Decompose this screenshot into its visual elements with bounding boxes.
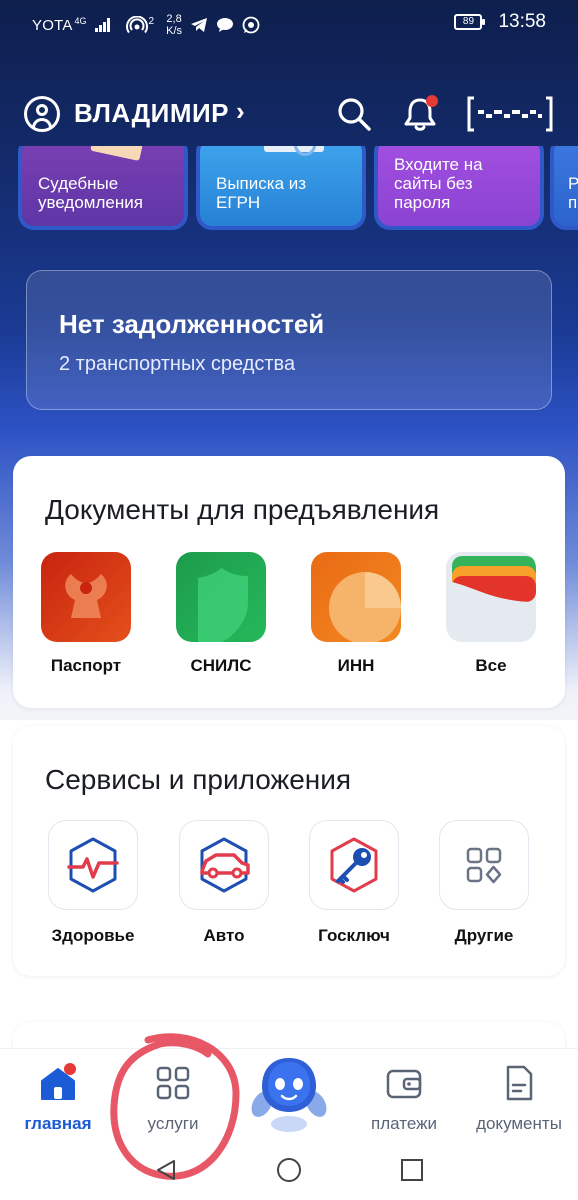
- service-label: Госключ: [318, 926, 390, 945]
- documents-title: Документы для предъявления: [45, 494, 440, 525]
- stories-carousel[interactable]: Судебные уведомления Выписка из ЕГРН Вхо…: [0, 146, 578, 234]
- telegram-icon: [191, 18, 208, 32]
- story-card[interactable]: Входите на сайты без пароля: [374, 146, 544, 230]
- story-illustration: [90, 146, 144, 161]
- doc-label: Все: [475, 656, 507, 675]
- inn-pie-icon: [311, 552, 401, 642]
- story-label: Входите на сайты без пароля: [394, 155, 483, 212]
- status-bar: YOTA 4G 2 2,8 K/s 89 13:58: [0, 0, 578, 46]
- services-panel: Сервисы и приложения Здоровье Авто Госкл…: [13, 726, 565, 976]
- nav-home[interactable]: главная: [8, 1063, 108, 1134]
- hotspot-icon: [125, 16, 148, 34]
- nav-label: платежи: [371, 1114, 437, 1133]
- home-icon: [41, 1063, 76, 1100]
- network-type: 4G: [74, 16, 87, 26]
- doc-label: Паспорт: [50, 656, 122, 675]
- nav-label: документы: [476, 1114, 562, 1133]
- assistant-robot-icon[interactable]: [246, 1052, 332, 1134]
- back-icon[interactable]: [154, 1158, 178, 1182]
- signal-icon: [94, 18, 110, 32]
- story-label: Судебные уведомления: [38, 174, 143, 212]
- health-icon: [48, 820, 138, 910]
- network-speed: 2,8 K/s: [166, 13, 183, 37]
- hotspot-count: 2: [148, 15, 155, 27]
- story-card[interactable]: Выписка из ЕГРН: [196, 146, 366, 230]
- document-icon: [506, 1065, 533, 1101]
- nav-payments[interactable]: платежи: [354, 1063, 454, 1134]
- fines-status-card[interactable]: Нет задолженностей 2 транспортных средст…: [26, 270, 552, 410]
- story-card[interactable]: Р п: [550, 146, 578, 230]
- service-label: Другие: [454, 926, 514, 945]
- battery-icon: 89: [454, 14, 486, 30]
- service-other[interactable]: Другие: [424, 820, 544, 946]
- doc-inn[interactable]: ИНН: [310, 552, 402, 676]
- system-navigation-bar: [0, 1148, 578, 1200]
- recents-icon[interactable]: [400, 1158, 424, 1182]
- wallet-icon: [386, 1069, 422, 1099]
- bell-icon[interactable]: [400, 94, 440, 134]
- profile-icon[interactable]: [24, 96, 60, 132]
- service-auto[interactable]: Авто: [164, 820, 284, 946]
- snils-shield-icon: [176, 552, 266, 642]
- wallet-icon: [446, 552, 536, 642]
- key-icon: [309, 820, 399, 910]
- story-card[interactable]: Судебные уведомления: [18, 146, 188, 230]
- search-icon[interactable]: [336, 96, 372, 132]
- app-header: ВЛАДИМИР ›: [0, 86, 578, 146]
- doc-snils[interactable]: СНИЛС: [175, 552, 267, 676]
- service-goskey[interactable]: Госключ: [294, 820, 414, 946]
- nav-documents[interactable]: документы: [469, 1063, 569, 1134]
- user-name[interactable]: ВЛАДИМИР: [74, 98, 229, 129]
- qr-scan-icon[interactable]: [466, 96, 554, 132]
- chat-bubble-icon: [217, 18, 234, 32]
- doc-all[interactable]: Все: [445, 552, 537, 676]
- fines-status-title: Нет задолженностей: [59, 309, 325, 339]
- story-label: Выписка из ЕГРН: [216, 174, 307, 212]
- service-health[interactable]: Здоровье: [33, 820, 153, 946]
- documents-panel: Документы для предъявления Паспорт СНИЛС…: [13, 456, 565, 708]
- story-illustration: [264, 146, 324, 156]
- carrier-name: YOTA: [32, 16, 73, 34]
- whatsapp-icon: [242, 16, 260, 34]
- passport-icon: [41, 552, 131, 642]
- doc-label: ИНН: [337, 656, 375, 675]
- home-circle-icon[interactable]: [276, 1157, 302, 1183]
- doc-passport[interactable]: Паспорт: [40, 552, 132, 676]
- vehicles-count: 2 транспортных средства: [59, 353, 296, 375]
- clock: 13:58: [498, 11, 546, 32]
- chevron-right-icon[interactable]: ›: [236, 96, 245, 127]
- nav-label: главная: [24, 1114, 92, 1133]
- services-title: Сервисы и приложения: [45, 764, 352, 795]
- grid-icon: [439, 820, 529, 910]
- story-label: Р п: [568, 174, 578, 212]
- service-label: Авто: [203, 926, 245, 945]
- doc-label: СНИЛС: [190, 656, 252, 675]
- service-label: Здоровье: [51, 926, 135, 945]
- car-icon: [179, 820, 269, 910]
